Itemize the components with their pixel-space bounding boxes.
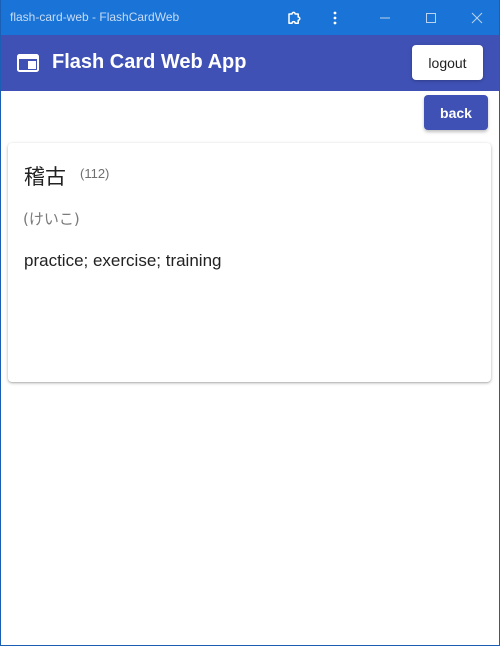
app-toolbar: Flash Card Web App logout [1,35,499,91]
window-title: flash-card-web - FlashCardWeb [10,10,180,24]
more-menu-icon[interactable] [312,0,358,35]
app-title: Flash Card Web App [52,51,247,73]
app-window: flash-card-web - FlashCardWeb Flash Card… [0,0,500,646]
window-titlebar[interactable]: flash-card-web - FlashCardWeb [1,0,499,35]
card-reading: (けいこ) [23,210,80,228]
flash-card: 稽古 (112) (けいこ) practice; exercise; train… [8,143,491,382]
card-meaning: practice; exercise; training [24,251,222,270]
maximize-icon[interactable] [408,0,454,35]
card-term: 稽古 [24,165,66,189]
web-window-icon [17,54,39,72]
logout-button[interactable]: logout [412,45,483,80]
close-icon[interactable] [454,0,499,35]
card-count: (112) [80,166,110,181]
minimize-icon[interactable] [362,0,408,35]
extensions-icon[interactable] [271,0,317,35]
back-button[interactable]: back [424,95,488,130]
